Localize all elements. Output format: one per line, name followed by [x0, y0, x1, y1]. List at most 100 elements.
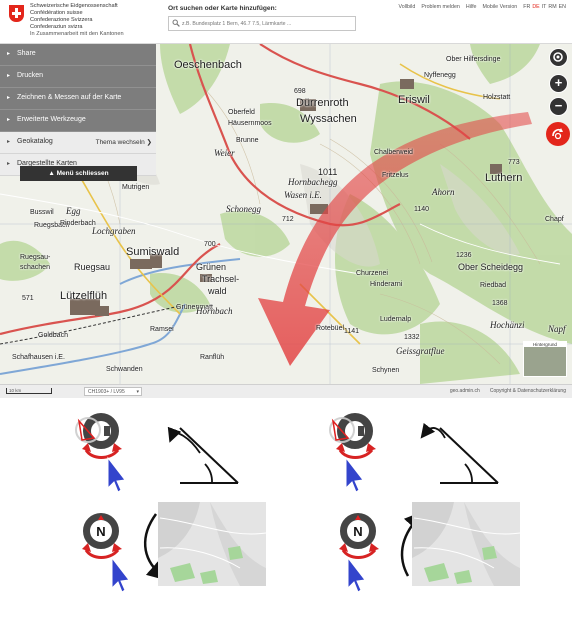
place-label: Oberfeld — [228, 109, 255, 116]
menu-geokatalog[interactable]: Geokatalog Thema wechseln ❯ — [0, 132, 156, 154]
location-button[interactable] — [549, 48, 568, 67]
instruction-graphics: N N — [75, 411, 521, 593]
map-thumbnail-right — [412, 502, 521, 586]
place-label: Schynen — [372, 367, 400, 374]
projection-select[interactable]: CH1903+ / LV95 ▾ — [84, 387, 142, 396]
place-label: Luthern — [485, 172, 523, 184]
zoom-out-icon: − — [554, 98, 563, 113]
compass-rotated-left-icon — [75, 411, 121, 451]
elevation-label: 1141 — [344, 328, 360, 335]
source-link[interactable]: geo.admin.ch — [450, 388, 480, 394]
place-label: Ruegsau- — [20, 254, 51, 261]
place-label: Schonegg — [226, 204, 261, 214]
svg-text:N: N — [353, 524, 362, 539]
link-mobile[interactable]: Mobile Version — [483, 4, 518, 10]
place-label: Schafhausen i.E. — [12, 354, 65, 361]
place-label: Ludernalp — [380, 316, 412, 323]
background-switcher[interactable]: Hintergrund — [523, 341, 567, 377]
menu-advanced-tools[interactable]: Erweiterte Werkzeuge — [0, 110, 156, 132]
elevation-label: 700 — [204, 241, 216, 248]
rotate-icon — [552, 128, 563, 140]
place-label: Hochänzi — [490, 320, 525, 330]
place-label: Ranflüh — [200, 354, 225, 361]
close-menu-label: Menü schliessen — [56, 170, 109, 177]
elevation-label: 1236 — [456, 252, 472, 259]
chevron-down-icon: ▾ — [136, 389, 139, 395]
scale-label: 10 km — [9, 388, 22, 393]
place-label: Lützelflüh — [60, 290, 108, 302]
zoom-in-button[interactable]: + — [549, 74, 568, 93]
lang-it[interactable]: IT — [542, 4, 547, 10]
place-label: Ahorn — [432, 187, 455, 197]
place-label: Weier — [214, 148, 235, 158]
place-label: Häusernmoos — [228, 120, 272, 127]
place-label: Nyffenegg — [424, 72, 456, 79]
menu-print[interactable]: Drucken — [0, 66, 156, 88]
place-label: schachen — [20, 264, 50, 271]
place-label: Hornbach — [196, 306, 233, 316]
place-label: Schwanden — [106, 366, 143, 373]
place-label: Napf — [548, 324, 566, 334]
place-label: Geissgratflue — [396, 346, 445, 356]
angle-diagram-icon — [420, 422, 499, 484]
place-label: Dürrenroth — [296, 97, 349, 109]
place-label: Ober Scheidegg — [458, 262, 524, 272]
zoom-in-icon: + — [554, 75, 563, 90]
place-label: Lochgraben — [92, 226, 136, 236]
place-label: Grünen — [196, 262, 227, 272]
place-label: Ruegsau — [74, 262, 111, 272]
menu-share[interactable]: Share — [0, 44, 156, 66]
svg-text:N: N — [96, 524, 105, 539]
place-label: wald — [208, 286, 227, 296]
zoom-out-button[interactable]: − — [549, 97, 568, 116]
theme-switch-button[interactable]: Thema wechseln ❯ — [96, 138, 152, 146]
chevron-right-icon: ❯ — [146, 139, 152, 146]
rotation-toggle-button[interactable] — [546, 122, 570, 146]
place-label: Rinderbach — [60, 220, 96, 227]
map-thumbnail-left — [158, 502, 267, 586]
elevation-label: 698 — [294, 88, 306, 95]
projection-value: CH1903+ / LV95 — [88, 389, 125, 395]
elevation-label: 773 — [508, 159, 520, 166]
place-label: Hornbachegg — [288, 177, 338, 187]
place-label: Sumiswald — [126, 246, 180, 258]
copyright-link[interactable]: Copyright & Datenschutzerklärung — [490, 388, 566, 394]
place-label: Ramsei — [150, 326, 174, 333]
close-menu-button[interactable]: ▲ Menü schliessen — [20, 166, 137, 181]
federal-name: Schweizerische Eidgenossenschaft Confédé… — [30, 3, 124, 38]
map-footer: 10 km CH1903+ / LV95 ▾ geo.admin.ch Copy… — [0, 384, 572, 398]
place-label: Hinderarni — [370, 281, 403, 288]
search-box[interactable] — [168, 16, 356, 31]
map-view[interactable]: Oeschenbach Dürrenroth Wyssachen Eriswil… — [0, 44, 572, 384]
menu-draw-measure[interactable]: Zeichnen & Messen auf der Karte — [0, 88, 156, 110]
swiss-crest-logo — [9, 5, 24, 22]
link-fullscreen[interactable]: Vollbild — [399, 4, 416, 10]
caret-up-icon: ▲ — [48, 170, 55, 177]
search-label: Ort suchen oder Karte hinzufügen: — [168, 5, 277, 12]
place-label: Chalberweid — [374, 149, 413, 156]
lang-en[interactable]: EN — [559, 4, 566, 10]
geokatalog-label: Geokatalog — [17, 138, 53, 145]
link-help[interactable]: Hilfe — [466, 4, 477, 10]
footer-links: geo.admin.ch Copyright & Datenschutzerkl… — [450, 388, 566, 394]
federal-line-rm: Confederaziun svizra — [30, 24, 83, 30]
elevation-label: 1368 — [492, 300, 508, 307]
lang-rm[interactable]: RM — [548, 4, 556, 10]
link-report-problem[interactable]: Problem melden — [421, 4, 460, 10]
place-label: Fritzelus — [382, 172, 409, 179]
place-label: Holzstatt — [483, 94, 511, 101]
place-label: Brunne — [236, 137, 259, 144]
lang-de[interactable]: DE — [532, 4, 539, 10]
location-icon — [553, 52, 563, 62]
place-label: Rotebüel — [316, 325, 345, 332]
place-label: Goldbach — [38, 332, 68, 339]
search-input[interactable] — [182, 18, 352, 29]
place-label: Trachsel- — [202, 274, 240, 284]
top-links: Vollbild Problem melden Hilfe Mobile Ver… — [399, 4, 566, 10]
lang-fr[interactable]: FR — [523, 4, 530, 10]
scale-bar: 10 km — [6, 388, 52, 394]
federal-line-it: Confederazione Svizzera — [30, 17, 93, 23]
place-label: Busswil — [30, 209, 54, 216]
place-label: Egg — [66, 206, 81, 216]
background-label: Hintergrund — [524, 342, 566, 347]
